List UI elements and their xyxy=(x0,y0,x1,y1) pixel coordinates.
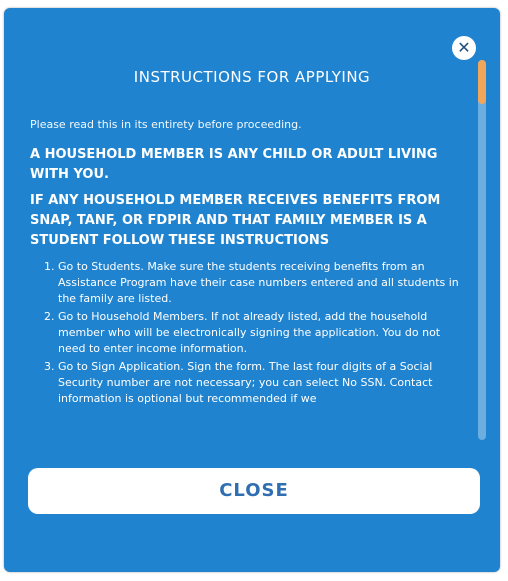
step-1: Go to Students. Make sure the students r… xyxy=(58,259,470,307)
scrollbar-thumb[interactable] xyxy=(478,60,486,104)
close-icon[interactable]: ✕ xyxy=(452,36,476,60)
step-3: Go to Sign Application. Sign the form. T… xyxy=(58,359,470,407)
page: ✕ INSTRUCTIONS FOR APPLYING Please read … xyxy=(0,0,508,581)
close-button[interactable]: CLOSE xyxy=(28,468,480,514)
modal-title: INSTRUCTIONS FOR APPLYING xyxy=(133,68,371,86)
instructions-modal: ✕ INSTRUCTIONS FOR APPLYING Please read … xyxy=(4,8,500,572)
benefits-instructions-heading: IF ANY HOUSEHOLD MEMBER RECEIVES BENEFIT… xyxy=(30,193,441,248)
scrollbar[interactable] xyxy=(478,60,486,440)
intro-text: Please read this in its entirety before … xyxy=(30,118,302,131)
step-2: Go to Household Members. If not already … xyxy=(58,309,470,357)
instructions-content: Please read this in its entirety before … xyxy=(30,118,470,448)
household-definition: A HOUSEHOLD MEMBER IS ANY CHILD OR ADULT… xyxy=(30,147,438,182)
instructions-steps: Go to Students. Make sure the students r… xyxy=(30,259,470,407)
